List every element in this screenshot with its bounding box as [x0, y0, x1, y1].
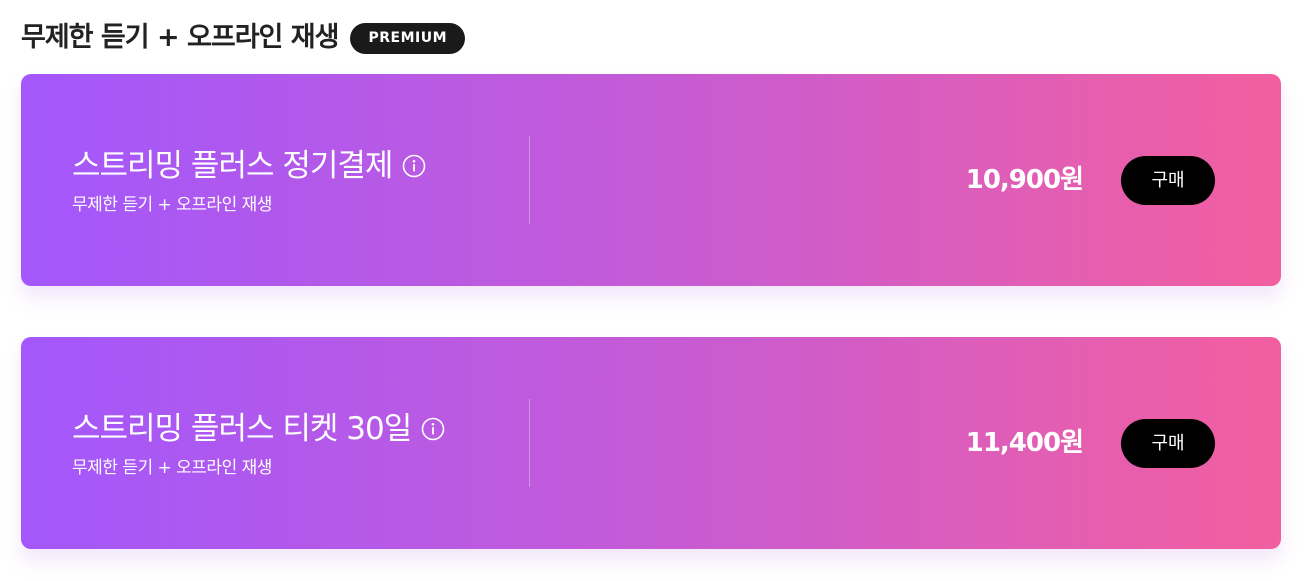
product-price: 10,900원: [965, 165, 1084, 195]
product-card-subscription: 스트리밍 플러스 정기결제 무제한 듣기 + 오프라인 재생 10,900원 구…: [21, 74, 1281, 286]
premium-badge: PREMIUM: [350, 22, 466, 54]
section-header: 무제한 듣기 + 오프라인 재생 PREMIUM: [21, 18, 466, 58]
product-price: 11,400원: [965, 428, 1084, 458]
buy-button[interactable]: 구매: [1121, 419, 1215, 468]
product-card-ticket: 스트리밍 플러스 티켓 30일 무제한 듣기 + 오프라인 재생 11,400원…: [21, 337, 1281, 549]
product-info: 스트리밍 플러스 티켓 30일 무제한 듣기 + 오프라인 재생: [72, 337, 445, 549]
product-info: 스트리밍 플러스 정기결제 무제한 듣기 + 오프라인 재생: [72, 74, 426, 286]
product-title-row: 스트리밍 플러스 정기결제: [72, 146, 426, 186]
product-name: 스트리밍 플러스 티켓 30일: [72, 410, 412, 447]
buy-button[interactable]: 구매: [1121, 156, 1215, 205]
card-divider: [529, 136, 530, 224]
page: 무제한 듣기 + 오프라인 재생 PREMIUM 스트리밍 플러스 정기결제 무…: [0, 0, 1306, 581]
section-title: 무제한 듣기 + 오프라인 재생: [21, 22, 339, 53]
product-description: 무제한 듣기 + 오프라인 재생: [72, 194, 272, 215]
product-name: 스트리밍 플러스 정기결제: [72, 147, 393, 184]
info-icon[interactable]: [421, 417, 445, 441]
product-title-row: 스트리밍 플러스 티켓 30일: [72, 409, 445, 449]
info-icon[interactable]: [402, 154, 426, 178]
product-description: 무제한 듣기 + 오프라인 재생: [72, 457, 272, 478]
card-divider: [529, 399, 530, 487]
